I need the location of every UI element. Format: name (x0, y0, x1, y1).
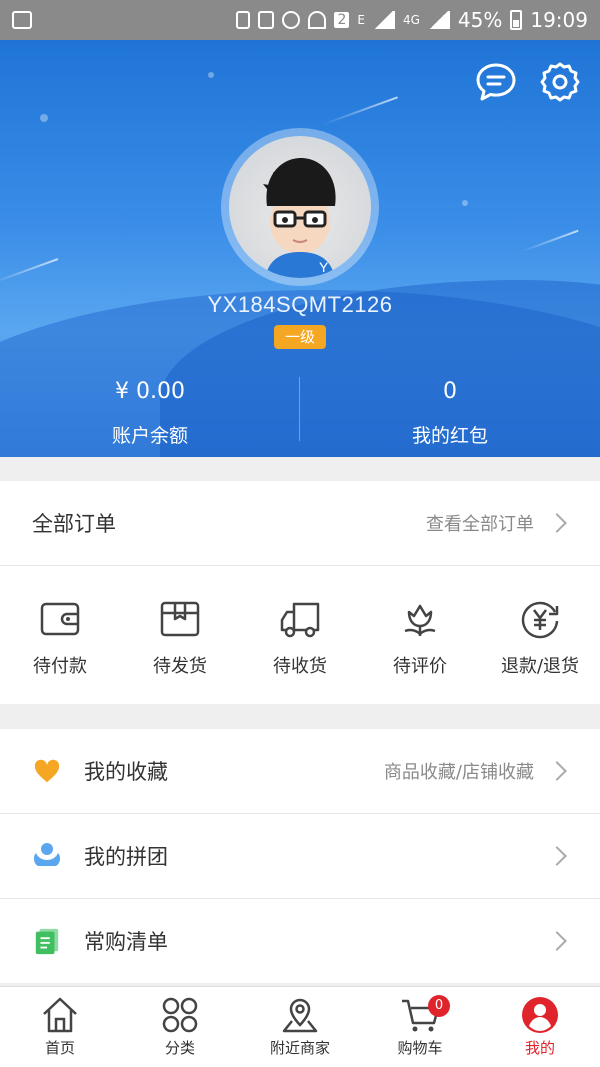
chevron-right-icon (547, 846, 567, 866)
order-pending-shipment[interactable]: 待发货 (120, 566, 240, 704)
menu-row-favorites[interactable]: 我的收藏 商品收藏/店铺收藏 (0, 729, 600, 813)
header-dot (40, 114, 48, 122)
order-item-label: 退款/退货 (500, 656, 580, 677)
balance-value: ¥ 0.00 (115, 379, 185, 404)
message-icon[interactable] (474, 60, 518, 104)
menu-row-sub: 商品收藏/店铺收藏 (383, 762, 534, 783)
tab-label: 分类 (164, 1039, 195, 1057)
truck-icon (280, 602, 320, 638)
level-badge: 一级 (274, 325, 326, 349)
category-icon (162, 997, 198, 1033)
chevron-right-icon (547, 931, 567, 951)
bottom-tab-bar: 首页 分类 附近商家 购物车 0 我的 (0, 986, 600, 1067)
order-item-label: 待付款 (33, 656, 87, 677)
yen-return-icon (521, 601, 559, 639)
header-streak (322, 96, 398, 126)
wifi-icon (308, 11, 327, 29)
menu-row-label: 常购清单 (84, 930, 168, 954)
group-icon (32, 841, 62, 871)
username: YX184SQMT2126 (207, 292, 393, 317)
order-item-label: 待评价 (393, 656, 447, 677)
balance-stat[interactable]: ¥ 0.00 账户余额 (0, 375, 300, 448)
redpacket-label: 我的红包 (411, 425, 488, 447)
order-refund-return[interactable]: 退款/退货 (480, 566, 600, 704)
header-dot (208, 72, 214, 78)
svg-text:Y: Y (319, 259, 329, 275)
redpacket-stat[interactable]: 0 我的红包 (300, 375, 600, 448)
signal-icon-1 (372, 11, 395, 29)
menu-row-frequent-list[interactable]: 常购清单 (0, 899, 600, 983)
all-orders-title: 全部订单 (32, 512, 116, 536)
orders-section: 全部订单 查看全部订单 待付款 待发货 待收货 待评价 退款/退货 (0, 481, 600, 704)
header-streak (521, 229, 579, 253)
sim-slot-label: 2 (334, 12, 350, 28)
menu-row-label: 我的拼团 (84, 845, 168, 869)
all-orders-row[interactable]: 全部订单 查看全部订单 (0, 481, 600, 565)
status-bar: 2 E 4G 45% 19:09 (0, 0, 600, 40)
header-dot (462, 200, 468, 206)
tab-label: 首页 (44, 1039, 75, 1057)
profile-header: Y YX184SQMT2126 一级 ¥ 0.00 账户余额 0 我的红包 (0, 40, 600, 457)
user-icon (522, 997, 558, 1033)
header-streak (0, 258, 59, 284)
message-notification-icon (12, 11, 32, 29)
clock: 19:09 (530, 8, 588, 32)
chevron-right-icon (547, 761, 567, 781)
avatar[interactable]: Y (221, 128, 379, 286)
tab-label: 我的 (524, 1039, 555, 1057)
tab-home[interactable]: 首页 (0, 987, 120, 1067)
cart-badge: 0 (428, 995, 450, 1017)
battery-icon (510, 10, 523, 30)
location-icon (282, 998, 318, 1033)
nfc-icon (258, 11, 275, 29)
chevron-right-icon (547, 513, 567, 533)
list-icon (32, 926, 62, 956)
battery-percent: 45% (457, 8, 503, 32)
wallet-icon (40, 602, 80, 636)
tab-cart[interactable]: 购物车 0 (360, 987, 480, 1067)
flower-icon (404, 604, 436, 636)
tab-nearby[interactable]: 附近商家 (240, 987, 360, 1067)
view-all-orders-link[interactable]: 查看全部订单 (426, 510, 534, 536)
balance-label: 账户余额 (111, 425, 188, 447)
home-icon (43, 997, 77, 1033)
order-item-label: 待收货 (273, 656, 327, 677)
signal-icon-2 (427, 11, 450, 29)
menu-row-group-buy[interactable]: 我的拼团 (0, 814, 600, 898)
alarm-icon (282, 11, 301, 29)
heart-icon (32, 756, 62, 786)
order-item-label: 待发货 (153, 656, 207, 677)
menu-section: 我的收藏 商品收藏/店铺收藏 我的拼团 常购清单 (0, 729, 600, 983)
network-e-label: E (357, 13, 365, 27)
settings-icon[interactable] (538, 60, 582, 104)
network-4g-label: 4G (402, 13, 420, 27)
order-pending-review[interactable]: 待评价 (360, 566, 480, 704)
tab-label: 购物车 (397, 1039, 443, 1057)
tab-category[interactable]: 分类 (120, 987, 240, 1067)
sim-icon (236, 11, 251, 29)
avatar-image: Y (229, 136, 371, 278)
order-pending-receipt[interactable]: 待收货 (240, 566, 360, 704)
redpacket-value: 0 (443, 379, 457, 404)
tab-mine[interactable]: 我的 (480, 987, 600, 1067)
menu-row-label: 我的收藏 (84, 760, 168, 784)
tab-label: 附近商家 (269, 1039, 330, 1057)
order-status-grid: 待付款 待发货 待收货 待评价 退款/退货 (0, 566, 600, 704)
order-pending-payment[interactable]: 待付款 (0, 566, 120, 704)
avatar-character-icon: Y (263, 158, 336, 278)
box-icon (160, 601, 200, 637)
